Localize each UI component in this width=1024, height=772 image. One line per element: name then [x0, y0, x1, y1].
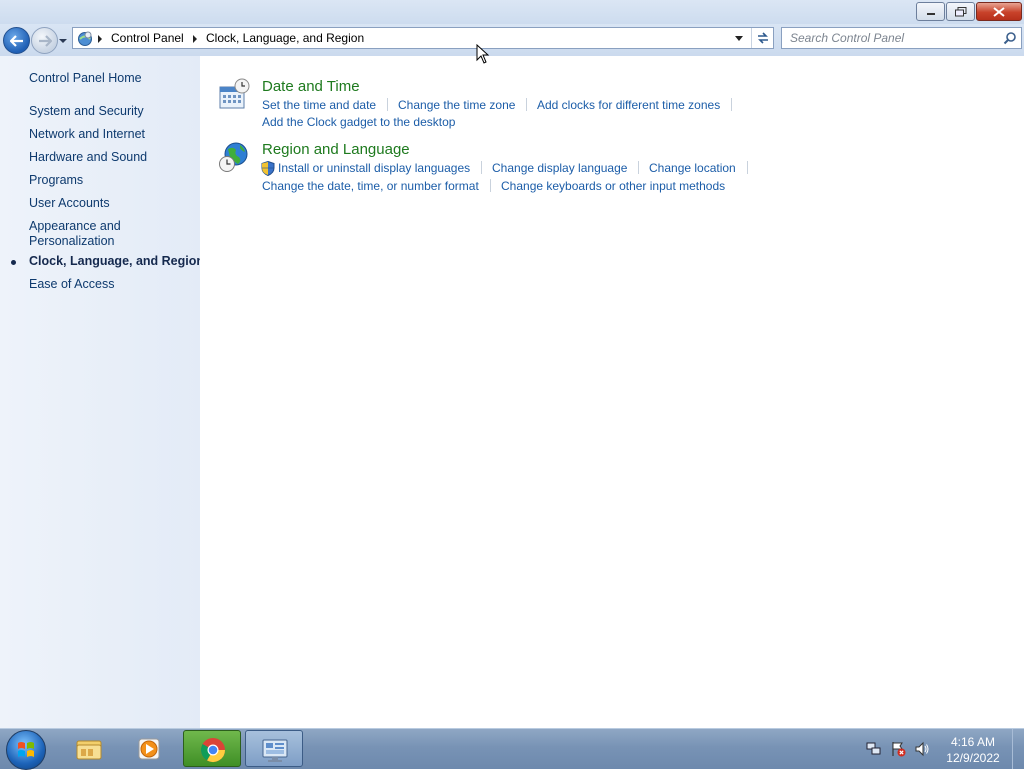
search-input[interactable]: Search Control Panel: [781, 27, 1022, 49]
nav-ease-of-access[interactable]: Ease of Access: [29, 277, 114, 292]
task-change-date-time-number-format[interactable]: Change the date, time, or number format: [262, 179, 479, 193]
category-title-region-and-language[interactable]: Region and Language: [262, 141, 410, 158]
address-bar-region: Control Panel Clock, Language, and Regio…: [0, 24, 1024, 56]
restore-icon: [954, 6, 966, 16]
task-change-location[interactable]: Change location: [649, 161, 736, 175]
back-button[interactable]: [3, 27, 30, 54]
refresh-button[interactable]: [751, 28, 774, 48]
address-dropdown-icon[interactable]: [735, 36, 743, 41]
close-icon: [993, 6, 1005, 17]
nav-hardware-and-sound[interactable]: Hardware and Sound: [29, 150, 147, 165]
windows-explorer-icon: [76, 740, 102, 760]
clock-date: 12/9/2022: [946, 751, 1000, 765]
task-separator: [490, 179, 491, 192]
action-center-flag-icon[interactable]: [890, 741, 906, 757]
mouse-cursor-icon: [476, 44, 490, 64]
taskbar-control-panel-button[interactable]: [245, 730, 303, 767]
search-icon[interactable]: [1003, 31, 1017, 45]
media-player-icon: [138, 738, 160, 760]
taskbar-media-player-button[interactable]: [121, 730, 179, 767]
nav-clock-language-region[interactable]: Clock, Language, and Region: [29, 254, 204, 269]
nav-system-and-security[interactable]: System and Security: [29, 104, 144, 119]
taskbar: 4:16 AM 12/9/2022: [0, 728, 1024, 770]
task-add-clock-gadget[interactable]: Add the Clock gadget to the desktop: [262, 115, 455, 129]
caption-buttons: [915, 2, 1022, 21]
forward-arrow-icon: [38, 34, 52, 47]
task-change-keyboards[interactable]: Change keyboards or other input methods: [501, 179, 725, 193]
system-clock[interactable]: 4:16 AM 12/9/2022: [940, 734, 1006, 766]
task-change-time-zone[interactable]: Change the time zone: [398, 98, 515, 112]
forward-button[interactable]: [31, 27, 58, 54]
task-set-time-and-date[interactable]: Set the time and date: [262, 98, 376, 112]
control-panel-icon: [262, 739, 288, 762]
windows-logo-icon: [18, 742, 34, 757]
taskbar-explorer-button[interactable]: [60, 730, 118, 767]
volume-icon[interactable]: [914, 741, 930, 757]
breadcrumb-control-panel[interactable]: Control Panel: [111, 31, 184, 45]
restore-button[interactable]: [946, 2, 975, 21]
uac-shield-icon: [261, 161, 275, 176]
breadcrumb-separator-icon[interactable]: [193, 35, 197, 43]
chrome-icon: [200, 738, 225, 763]
close-button[interactable]: [976, 2, 1022, 21]
address-bar[interactable]: Control Panel Clock, Language, and Regio…: [72, 27, 774, 49]
recent-pages-chevron-icon[interactable]: [58, 37, 68, 45]
task-separator: [747, 161, 748, 174]
task-separator: [731, 98, 732, 111]
active-item-bullet: [11, 260, 16, 265]
taskbar-chrome-button[interactable]: [183, 730, 241, 767]
task-add-clocks[interactable]: Add clocks for different time zones: [537, 98, 720, 112]
nav-programs[interactable]: Programs: [29, 173, 83, 188]
task-change-display-language[interactable]: Change display language: [492, 161, 627, 175]
search-placeholder: Search Control Panel: [790, 31, 905, 45]
network-icon[interactable]: [866, 741, 882, 757]
breadcrumb-clock-language-region[interactable]: Clock, Language, and Region: [206, 31, 364, 45]
content-pane: Date and Time Set the time and date Chan…: [200, 56, 1024, 728]
control-panel-icon: [78, 31, 92, 46]
nav-appearance-line1[interactable]: Appearance and: [29, 219, 121, 234]
breadcrumb-separator-icon[interactable]: [98, 35, 102, 43]
task-separator: [481, 161, 482, 174]
minimize-button[interactable]: [916, 2, 945, 21]
start-button[interactable]: [6, 730, 46, 770]
category-title-date-and-time[interactable]: Date and Time: [262, 78, 360, 95]
control-panel-home-link[interactable]: Control Panel Home: [29, 71, 142, 86]
calendar-clock-icon[interactable]: [218, 78, 250, 110]
globe-clock-icon[interactable]: [218, 141, 250, 173]
refresh-icon: [758, 32, 768, 44]
task-separator: [387, 98, 388, 111]
title-bar: [0, 0, 1024, 24]
task-install-display-languages[interactable]: Install or uninstall display languages: [278, 161, 470, 175]
show-desktop-button[interactable]: [1012, 729, 1024, 769]
task-separator: [638, 161, 639, 174]
nav-user-accounts[interactable]: User Accounts: [29, 196, 110, 211]
clock-time: 4:16 AM: [950, 735, 996, 749]
left-navigation-pane: Control Panel Home System and Security N…: [0, 56, 204, 728]
nav-network-and-internet[interactable]: Network and Internet: [29, 127, 145, 142]
back-arrow-icon: [9, 34, 23, 47]
task-separator: [526, 98, 527, 111]
minimize-icon: [926, 12, 935, 15]
nav-appearance-line2[interactable]: Personalization: [29, 234, 114, 249]
